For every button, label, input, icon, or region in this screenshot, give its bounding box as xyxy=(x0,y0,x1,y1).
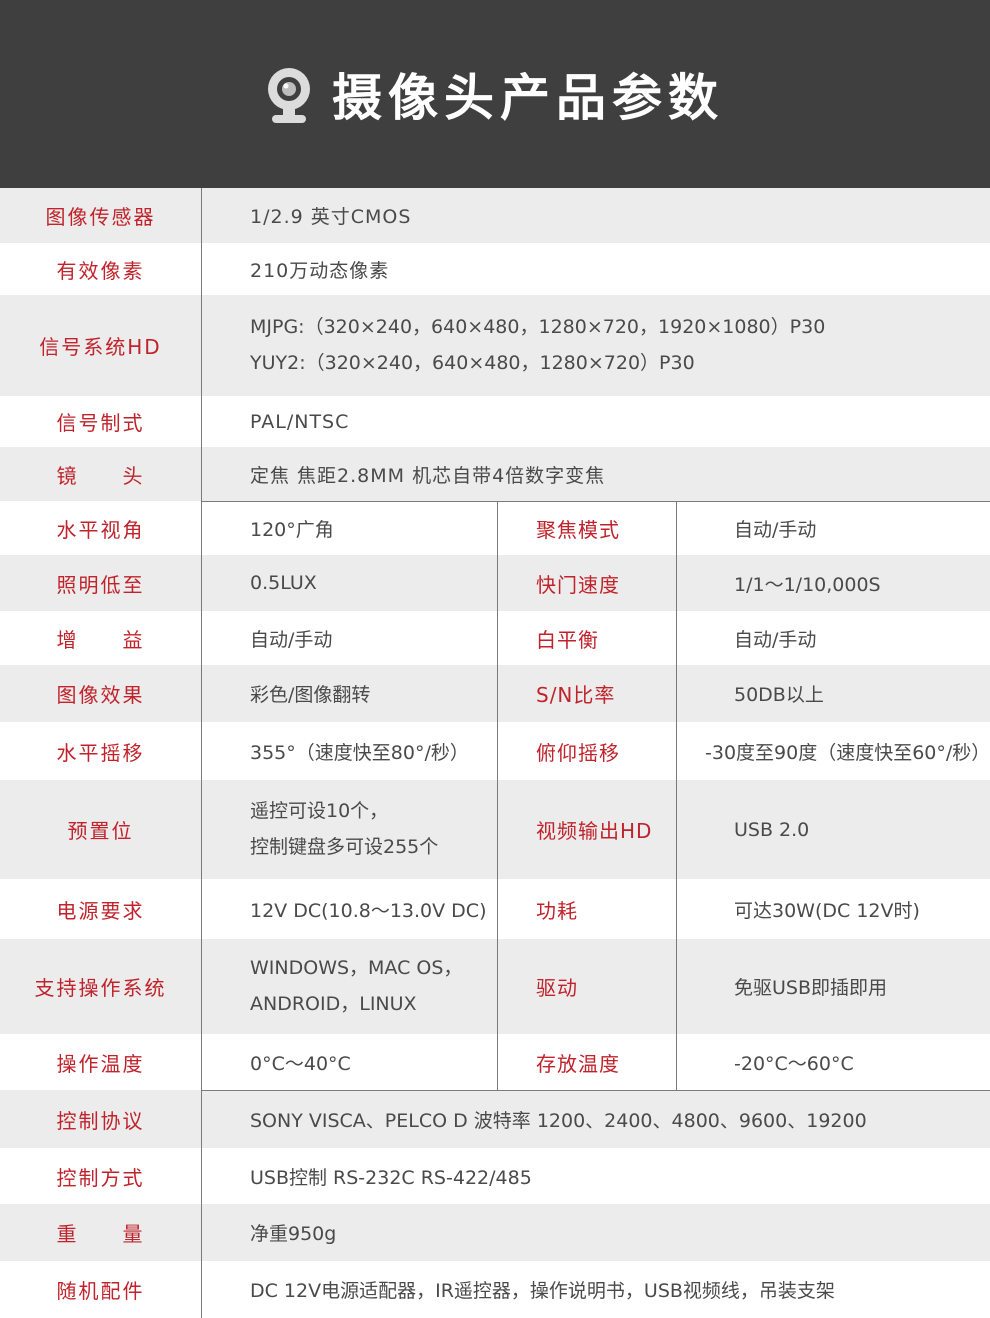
spec-label: 图像传感器 xyxy=(45,205,156,229)
spec-value: 净重950g xyxy=(250,1223,337,1245)
page-title: 摄像头产品参数 xyxy=(332,69,724,127)
spec-label: 操作温度 xyxy=(56,1051,145,1076)
spec-value-line: YUY2:（320×240，640×480，1280×720）P30 xyxy=(250,351,695,374)
spec-row: 照明低至 0.5LUX 快门速度 1/1～1/10,000S xyxy=(0,555,990,611)
spec-value: WINDOWS，MAC OS， ANDROID，LINUX xyxy=(250,939,490,1034)
spec-value: 自动/手动 xyxy=(250,628,333,651)
spec-row: 信号系统HD MJPG:（320×240，640×480，1280×720，19… xyxy=(0,295,990,396)
spec-label: 水平摇移 xyxy=(56,740,145,765)
spec-label-secondary: 驱动 xyxy=(536,976,578,1000)
spec-value: SONY VISCA、PELCO D 波特率 1200、2400、4800、96… xyxy=(250,1109,867,1132)
webcam-icon xyxy=(268,68,310,123)
spec-row: 重 量 净重950g xyxy=(0,1204,990,1261)
spec-value-secondary: -30度至90度（速度快至60°/秒） xyxy=(705,741,990,764)
spec-label: 信号制式 xyxy=(56,411,145,435)
spec-value-secondary: 自动/手动 xyxy=(734,518,817,541)
spec-row: 镜 头 定焦 焦距2.8MM 机芯自带4倍数字变焦 xyxy=(0,447,990,501)
spec-value: 遥控可设10个， 控制键盘多可设255个 xyxy=(250,780,490,879)
spec-row: 电源要求 12V DC(10.8～13.0V DC) 功耗 可达30W(DC 1… xyxy=(0,879,990,939)
spec-label: 电源要求 xyxy=(56,898,145,923)
spec-label: 重 量 xyxy=(56,1222,145,1246)
spec-value-secondary: USB 2.0 xyxy=(734,818,810,841)
spec-label: 信号系统HD xyxy=(39,335,162,359)
spec-value-line: WINDOWS，MAC OS， xyxy=(250,957,463,980)
spec-label: 随机配件 xyxy=(56,1279,145,1303)
spec-value: 120°广角 xyxy=(250,518,334,541)
spec-row: 图像效果 彩色/图像翻转 S/N比率 50DB以上 xyxy=(0,665,990,722)
spec-row: 随机配件 DC 12V电源适配器，IR遥控器，操作说明书，USB视频线，吊装支架 xyxy=(0,1261,990,1318)
spec-value: 定焦 焦距2.8MM 机芯自带4倍数字变焦 xyxy=(250,464,606,487)
spec-row: 水平摇移 355°（速度快至80°/秒） 俯仰摇移 -30度至90度（速度快至6… xyxy=(0,722,990,780)
spec-value: DC 12V电源适配器，IR遥控器，操作说明书，USB视频线，吊装支架 xyxy=(250,1280,835,1302)
spec-label: 水平视角 xyxy=(56,517,145,542)
spec-row: 水平视角 120°广角 聚焦模式 自动/手动 xyxy=(0,501,990,555)
spec-label-secondary: S/N比率 xyxy=(536,683,616,707)
spec-label-secondary: 功耗 xyxy=(536,898,578,923)
spec-label: 控制协议 xyxy=(56,1108,145,1133)
spec-label-secondary: 视频输出HD xyxy=(536,819,653,843)
spec-row: 控制方式 USB控制 RS-232C RS-422/485 xyxy=(0,1148,990,1204)
spec-label: 预置位 xyxy=(67,819,134,843)
spec-value: 彩色/图像翻转 xyxy=(250,684,371,706)
spec-label: 有效像素 xyxy=(56,258,145,283)
spec-value: MJPG:（320×240，640×480，1280×720，1920×1080… xyxy=(250,295,980,396)
spec-value-line: MJPG:（320×240，640×480，1280×720，1920×1080… xyxy=(250,316,826,339)
spec-value: 0.5LUX xyxy=(250,572,317,594)
spec-label: 支持操作系统 xyxy=(34,976,167,1000)
row-divider xyxy=(201,1090,990,1091)
spec-value: 0°C～40°C xyxy=(250,1052,351,1075)
spec-value-secondary: 50DB以上 xyxy=(734,684,824,706)
spec-value-line: 控制键盘多可设255个 xyxy=(250,835,439,858)
spec-row: 操作温度 0°C～40°C 存放温度 -20°C～60°C xyxy=(0,1034,990,1090)
spec-value-secondary: 1/1～1/10,000S xyxy=(734,573,881,596)
column-divider xyxy=(201,188,202,1318)
spec-label-secondary: 白平衡 xyxy=(536,627,599,652)
spec-value: 210万动态像素 xyxy=(250,259,390,282)
spec-value: 1/2.9 英寸CMOS xyxy=(250,206,412,228)
header-content: 摄像头产品参数 xyxy=(0,0,990,188)
spec-row: 增 益 自动/手动 白平衡 自动/手动 xyxy=(0,611,990,665)
spec-label-secondary: 快门速度 xyxy=(536,572,620,597)
spec-value: PAL/NTSC xyxy=(250,410,350,433)
spec-label-secondary: 俯仰摇移 xyxy=(536,740,620,765)
header-banner: 摄像头产品参数 xyxy=(0,0,990,188)
column-divider xyxy=(676,501,677,1090)
spec-row: 图像传感器 1/2.9 英寸CMOS xyxy=(0,188,990,243)
spec-label-secondary: 聚焦模式 xyxy=(536,517,620,542)
spec-value-line: ANDROID，LINUX xyxy=(250,992,417,1015)
spec-value: 355°（速度快至80°/秒） xyxy=(250,741,469,764)
spec-value: USB控制 RS-232C RS-422/485 xyxy=(250,1166,532,1189)
spec-value: 12V DC(10.8～13.0V DC) xyxy=(250,899,487,922)
spec-label: 照明低至 xyxy=(56,572,145,597)
spec-value-secondary: 可达30W(DC 12V时) xyxy=(734,899,920,922)
spec-value-secondary: 免驱USB即插即用 xyxy=(734,977,888,999)
spec-value-secondary: -20°C～60°C xyxy=(734,1052,854,1075)
row-divider xyxy=(201,501,990,502)
spec-value-line: 遥控可设10个， xyxy=(250,800,389,823)
spec-value-secondary: 自动/手动 xyxy=(734,628,817,651)
spec-label: 控制方式 xyxy=(56,1165,145,1190)
spec-row: 控制协议 SONY VISCA、PELCO D 波特率 1200、2400、48… xyxy=(0,1090,990,1148)
spec-label-secondary: 存放温度 xyxy=(536,1051,620,1076)
spec-label: 图像效果 xyxy=(56,683,145,707)
spec-label: 增 益 xyxy=(56,627,145,652)
column-divider xyxy=(497,501,498,1090)
spec-label: 镜 头 xyxy=(56,463,145,488)
spec-row: 有效像素 210万动态像素 xyxy=(0,243,990,295)
spec-row: 预置位 遥控可设10个， 控制键盘多可设255个 视频输出HD USB 2.0 xyxy=(0,780,990,879)
spec-row: 支持操作系统 WINDOWS，MAC OS， ANDROID，LINUX 驱动 … xyxy=(0,939,990,1034)
spec-row: 信号制式 PAL/NTSC xyxy=(0,396,990,447)
